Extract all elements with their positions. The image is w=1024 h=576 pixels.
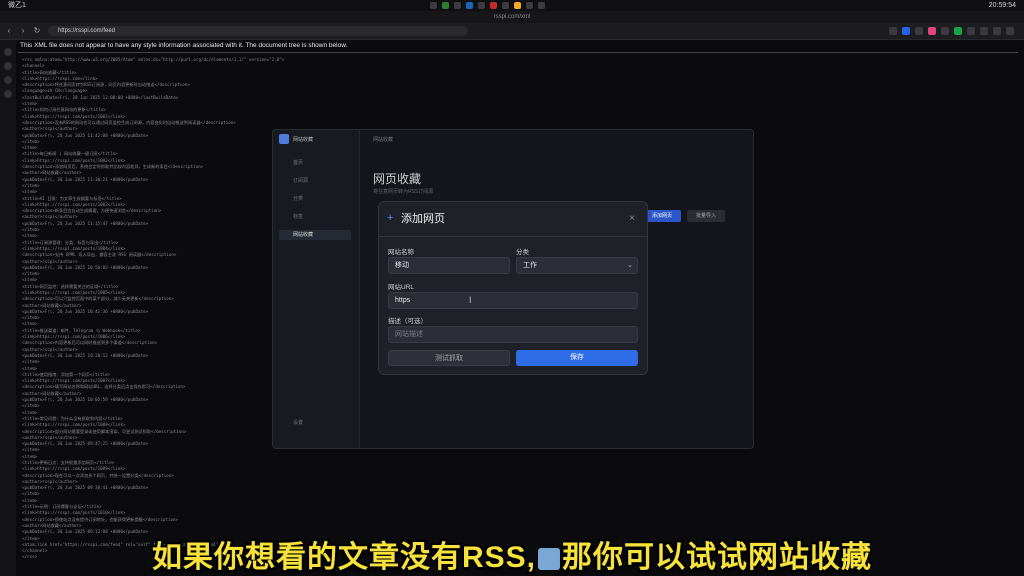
- text-cursor-icon: Ι: [469, 295, 472, 305]
- reload-icon[interactable]: ↻: [32, 26, 42, 36]
- nav-item[interactable]: 订阅源: [279, 176, 351, 186]
- forward-icon[interactable]: ›: [18, 26, 28, 36]
- tray-icon[interactable]: [442, 2, 449, 9]
- browser-toolbar: ‹ › ↻ https://rsspi.com/feed: [0, 23, 1024, 40]
- plus-icon: +: [387, 212, 394, 224]
- category-label: 分类: [516, 249, 529, 256]
- category-select[interactable]: 工作 ⌄: [516, 257, 638, 274]
- page-description: 将任意网页转为RSS订阅源: [373, 189, 434, 195]
- import-button[interactable]: 批量导入: [687, 210, 725, 222]
- address-bar[interactable]: https://rsspi.com/feed: [48, 26, 468, 36]
- menu-bar: 微乙1 20:59:54: [0, 0, 1024, 11]
- add-webpage-button[interactable]: 添加网页: [643, 210, 681, 222]
- tray-icon[interactable]: [430, 2, 437, 9]
- extension-icon[interactable]: [928, 27, 936, 35]
- subtitle-part-2: 那你可以试试网站收藏: [562, 541, 873, 574]
- extension-icon[interactable]: [967, 27, 975, 35]
- menubar-clock: 20:59:54: [988, 2, 1016, 9]
- nav-item[interactable]: 标签: [279, 212, 351, 222]
- description-label: 描述（可选）: [388, 318, 427, 325]
- nav-item[interactable]: 分类: [279, 194, 351, 204]
- side-panel-icon[interactable]: [4, 62, 12, 70]
- side-panel-icon[interactable]: [4, 48, 12, 56]
- extension-icon[interactable]: [915, 27, 923, 35]
- tray-icon[interactable]: [454, 2, 461, 9]
- extension-icon[interactable]: [980, 27, 988, 35]
- extension-icon[interactable]: [889, 27, 897, 35]
- close-icon[interactable]: ×: [629, 213, 635, 224]
- site-url-input[interactable]: https Ι: [388, 292, 638, 309]
- subtitle-part-1: 如果你想看的文章没有RSS,: [151, 541, 537, 574]
- test-fetch-button[interactable]: 测试抓取: [388, 350, 510, 366]
- url-text: https://rsspi.com/feed: [58, 28, 116, 34]
- nav-item[interactable]: 设置: [279, 418, 351, 428]
- app-logo-text: 网站收藏: [293, 137, 314, 143]
- tray-icon[interactable]: [502, 2, 509, 9]
- menubar-app-label: 微乙1: [8, 2, 26, 9]
- tray-icon[interactable]: [538, 2, 545, 9]
- xml-style-notice: This XML file does not appear to have an…: [20, 42, 348, 49]
- tray-icon[interactable]: [478, 2, 485, 9]
- tab-title[interactable]: rsspi.com/xml: [494, 14, 531, 20]
- tray-icon[interactable]: [514, 2, 521, 9]
- description-input[interactable]: 网站描述: [388, 326, 638, 343]
- app-logo-icon: [279, 134, 289, 144]
- app-sidebar: 网站收藏 首页 订阅源 分类 标签 网站收藏 设置: [273, 130, 360, 448]
- modal-header: + 添加网页 ×: [379, 202, 647, 237]
- extension-icon[interactable]: [941, 27, 949, 35]
- description-placeholder: 网站描述: [395, 331, 423, 338]
- app-window-title: 网站收藏: [373, 137, 394, 143]
- category-value: 工作: [523, 262, 537, 269]
- page-title: 网页收藏: [373, 172, 422, 186]
- extension-icon[interactable]: [954, 27, 962, 35]
- nav-item-selected[interactable]: 网站收藏: [279, 230, 351, 240]
- side-panel-icon[interactable]: [4, 90, 12, 98]
- extensions-bar: [889, 27, 1014, 35]
- extension-icon[interactable]: [993, 27, 1001, 35]
- nav-item[interactable]: 首页: [279, 158, 351, 168]
- add-webpage-modal: + 添加网页 × 网站名称 移动 分类 工作 ⌄ 网站URL https Ι 描…: [378, 201, 648, 375]
- tab-bar: rsspi.com/xml: [0, 11, 1024, 23]
- tray-icon[interactable]: [526, 2, 533, 9]
- chevron-down-icon: ⌄: [627, 262, 633, 269]
- menu-icon[interactable]: [1006, 27, 1014, 35]
- save-button[interactable]: 保存: [516, 350, 638, 366]
- site-name-value: 移动: [395, 262, 409, 269]
- tray-icon[interactable]: [466, 2, 473, 9]
- site-url-label: 网站URL: [388, 284, 415, 291]
- tray-icon[interactable]: [490, 2, 497, 9]
- side-panel-icon[interactable]: [4, 76, 12, 84]
- video-subtitle: 如果你想看的文章没有RSS, 那你可以试试网站收藏: [0, 532, 1024, 576]
- mini-app-icon: [538, 548, 561, 571]
- site-name-input[interactable]: 移动: [388, 257, 510, 274]
- modal-title: 添加网页: [401, 213, 445, 225]
- extension-icon[interactable]: [902, 27, 910, 35]
- system-tray: [430, 2, 545, 9]
- site-url-value: https: [395, 297, 411, 304]
- divider: [18, 52, 1018, 53]
- site-name-label: 网站名称: [388, 249, 414, 256]
- browser-side-panel: [0, 40, 16, 576]
- back-icon[interactable]: ‹: [4, 26, 14, 36]
